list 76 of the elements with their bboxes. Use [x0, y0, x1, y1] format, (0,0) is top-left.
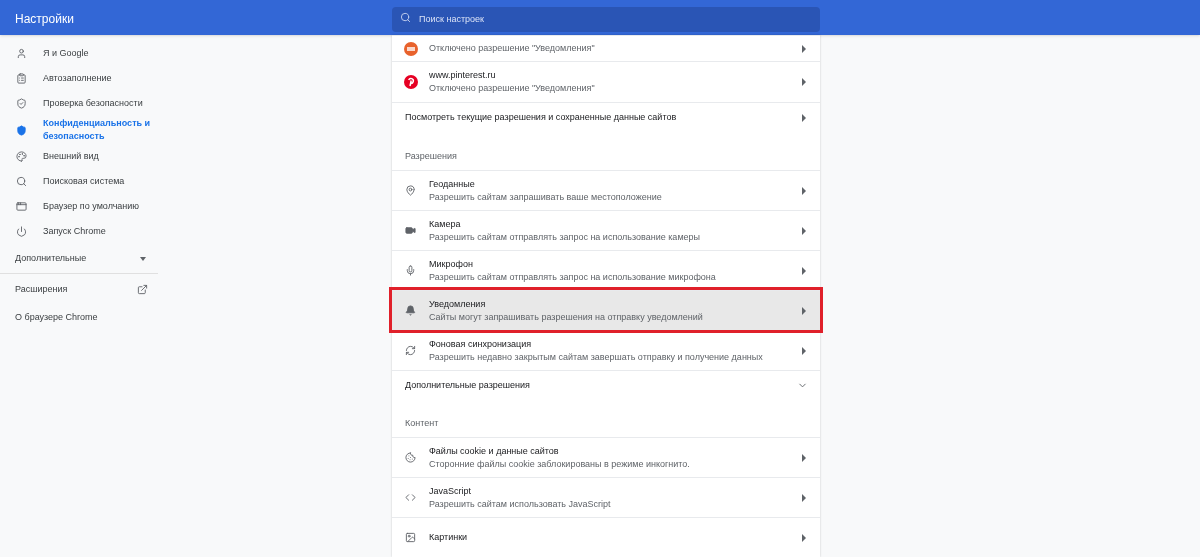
settings-row[interactable]: Уведомления Сайты могут запрашивать разрешения на отправку уведомлений [392, 290, 820, 331]
pin-logo-icon [403, 75, 418, 90]
shield-check-icon [16, 98, 27, 109]
microphone-icon [405, 265, 416, 277]
sidebar-link[interactable]: О браузере Chrome [0, 305, 158, 330]
clipboard-icon [16, 73, 27, 84]
sidebar-link[interactable]: Расширения [0, 277, 158, 302]
sync-icon [405, 345, 416, 357]
caret-icon [140, 256, 146, 261]
page-title: Настройки [15, 11, 74, 26]
code-icon [405, 492, 416, 504]
cookie-icon [405, 452, 416, 464]
row-subtitle: Разрешить сайтам запрашивать ваше местоположение [429, 190, 663, 204]
row-title: Картинки [429, 531, 469, 545]
camera-icon [405, 225, 416, 237]
search-icon [16, 176, 27, 187]
row-subtitle: Отключено разрешение "Уведомления" [429, 82, 596, 96]
sidebar-item[interactable]: Автозаполнение [0, 66, 158, 91]
settings-row[interactable]: Файлы cookie и данные сайтов Сторонние файлы cookie заблокированы в режиме инкогнито. [392, 437, 820, 478]
row-subtitle: Разрешить сайтам отправлять запрос на использование камеры [429, 230, 702, 244]
settings-row[interactable]: Картинки [392, 517, 820, 557]
row-subtitle: Разрешить сайтам отправлять запрос на использование микрофона [429, 270, 717, 284]
row-subtitle: Сайты могут запрашивать разрешения на отправку уведомлений [429, 310, 704, 324]
image-icon [405, 532, 416, 544]
sidebar-item[interactable]: Внешний вид [0, 144, 158, 169]
settings-row[interactable]: JavaScript Разрешить сайтам использовать JavaScript [392, 477, 820, 518]
row-subtitle: Отключено разрешение "Уведомления" [429, 42, 596, 56]
sidebar-item[interactable]: Проверка безопасности [0, 91, 158, 116]
arrow-icon [802, 346, 806, 355]
palette-icon [16, 151, 27, 162]
row-title: Геоданные [429, 177, 476, 191]
row-subtitle: Сторонние файлы cookie заблокированы в режиме инкогнито. [429, 457, 691, 471]
arrow-icon [802, 493, 806, 502]
arrow-icon [802, 306, 806, 315]
more-permissions-toggle[interactable]: Дополнительные разрешения [392, 370, 820, 401]
shield-icon [16, 124, 27, 136]
bell-icon [405, 305, 416, 317]
arrow-icon [802, 453, 806, 462]
browser-window-icon [16, 201, 27, 212]
settings-row[interactable]: Фоновая синхронизация Разрешить недавно закрытым сайтам завершать отправку и получение данных [392, 330, 820, 370]
person-icon [16, 48, 27, 59]
sidebar-item[interactable]: Браузер по умолчанию [0, 194, 158, 219]
arrow-icon [802, 533, 806, 542]
arrow-icon [802, 78, 806, 87]
row-subtitle: Разрешить сайтам использовать JavaScript [429, 497, 612, 511]
row-title: Уведомления [429, 297, 487, 311]
row-subtitle: Разрешить недавно закрытым сайтам завершать отправку и получение данных [429, 350, 764, 364]
sidebar-item[interactable]: Конфиденциальность и безопасность [0, 116, 158, 144]
sidebar-item[interactable]: Поисковая система [0, 169, 158, 194]
location-pin-icon [405, 185, 416, 197]
arrow-icon [802, 44, 806, 53]
external-link-icon [137, 284, 148, 295]
settings-link-row[interactable]: Посмотреть текущие разрешения и сохраненные данные сайтов [392, 102, 820, 133]
arrow-icon [802, 266, 806, 275]
section-heading: Разрешения [405, 149, 457, 163]
site-logo-icon [403, 41, 418, 56]
settings-row[interactable]: Геоданные Разрешить сайтам запрашивать ваше местоположение [392, 170, 820, 211]
row-title: Камера [429, 217, 462, 231]
settings-row[interactable]: Камера Разрешить сайтам отправлять запрос на использование камеры [392, 210, 820, 251]
row-title: www.pinterest.ru [429, 69, 497, 83]
search-icon [400, 12, 411, 23]
row-title: Микрофон [429, 257, 474, 271]
power-icon [16, 226, 27, 237]
arrow-icon [802, 226, 806, 235]
row-title: JavaScript [429, 484, 473, 498]
row-title: Файлы cookie и данные сайтов [429, 444, 560, 458]
section-heading: Контент [405, 416, 439, 430]
row-title: Фоновая синхронизация [429, 337, 533, 351]
settings-row[interactable]: Отключено разрешение "Уведомления" [392, 35, 820, 62]
arrow-icon [802, 113, 806, 122]
sidebar-item[interactable]: Запуск Chrome [0, 219, 158, 244]
arrow-icon [802, 186, 806, 195]
advanced-toggle[interactable]: Дополнительные [0, 244, 158, 274]
search-field[interactable]: Поиск настроек [392, 6, 820, 32]
settings-row[interactable]: www.pinterest.ru Отключено разрешение "Уведомления" [392, 61, 820, 103]
sidebar-item[interactable]: Я и Google [0, 41, 158, 66]
